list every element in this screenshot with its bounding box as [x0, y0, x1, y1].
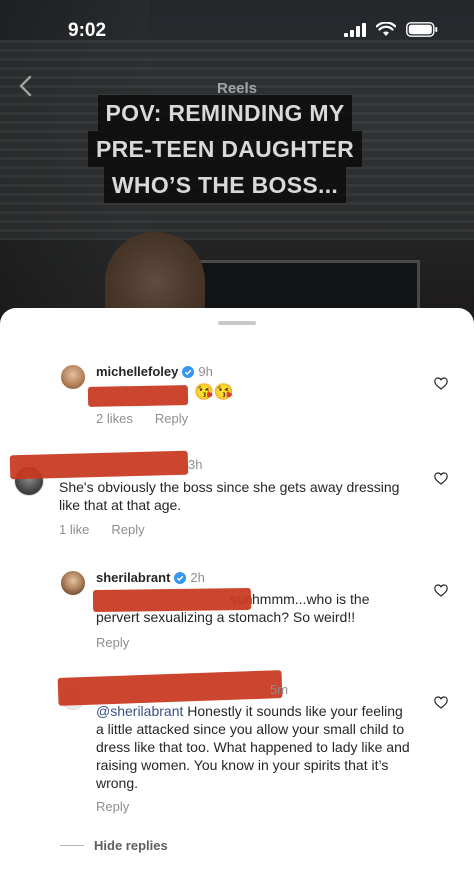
comments-sheet: michellefoley 9h 😘😘 2 likes Reply 3h She…: [0, 308, 474, 882]
avatar[interactable]: [61, 365, 85, 389]
verified-badge-icon: [182, 365, 195, 378]
heart-icon[interactable]: [434, 584, 448, 597]
hide-replies-label: Hide replies: [94, 838, 168, 853]
verified-badge-icon: [174, 571, 187, 584]
comment-time: 5m: [270, 682, 289, 697]
comment-text: hmmm...who is the pervert sexualizing a …: [96, 591, 370, 625]
comment-likes[interactable]: 2 likes: [96, 411, 133, 426]
status-bar: 9:02: [0, 0, 474, 60]
comment-time: 3h: [188, 457, 203, 472]
reply-button[interactable]: Reply: [111, 522, 144, 537]
comment-username[interactable]: sherilabrant: [96, 570, 170, 585]
reply-button[interactable]: Reply: [155, 411, 188, 426]
redaction-mark: [9, 450, 189, 480]
signal-icon: [344, 22, 366, 37]
caption-line-1: POV: REMINDING MY: [97, 95, 353, 131]
battery-icon: [406, 22, 438, 37]
redaction-mark: [87, 385, 189, 407]
hide-replies-button[interactable]: Hide replies: [60, 838, 168, 853]
heart-icon[interactable]: [434, 696, 448, 709]
caption-line-2: PRE-TEEN DAUGHTER: [87, 131, 363, 167]
comment-text: 😘😘: [194, 384, 234, 401]
wifi-icon: [376, 22, 396, 36]
comment-text: She's obviously the boss since she gets …: [59, 479, 400, 513]
comment-time: 2h: [190, 570, 205, 585]
reel-caption: POV: REMINDING MY PRE-TEEN DAUGHTER WHO’…: [86, 95, 364, 203]
caption-line-3: WHO’S THE BOSS...: [103, 167, 347, 203]
hide-replies-divider: [60, 845, 84, 846]
avatar[interactable]: [61, 571, 85, 595]
heart-icon[interactable]: [434, 377, 448, 390]
comment-likes[interactable]: 1 like: [59, 522, 89, 537]
reply-button[interactable]: Reply: [96, 799, 129, 814]
mention-link[interactable]: @sherilabrant: [96, 703, 183, 719]
comment-username[interactable]: michellefoley: [96, 364, 178, 379]
reply-button[interactable]: Reply: [96, 635, 129, 650]
redaction-mark: [57, 670, 283, 706]
sheet-grabber[interactable]: [218, 321, 256, 325]
heart-icon[interactable]: [434, 472, 448, 485]
status-time: 9:02: [68, 20, 107, 41]
comment-time: 9h: [198, 364, 213, 379]
